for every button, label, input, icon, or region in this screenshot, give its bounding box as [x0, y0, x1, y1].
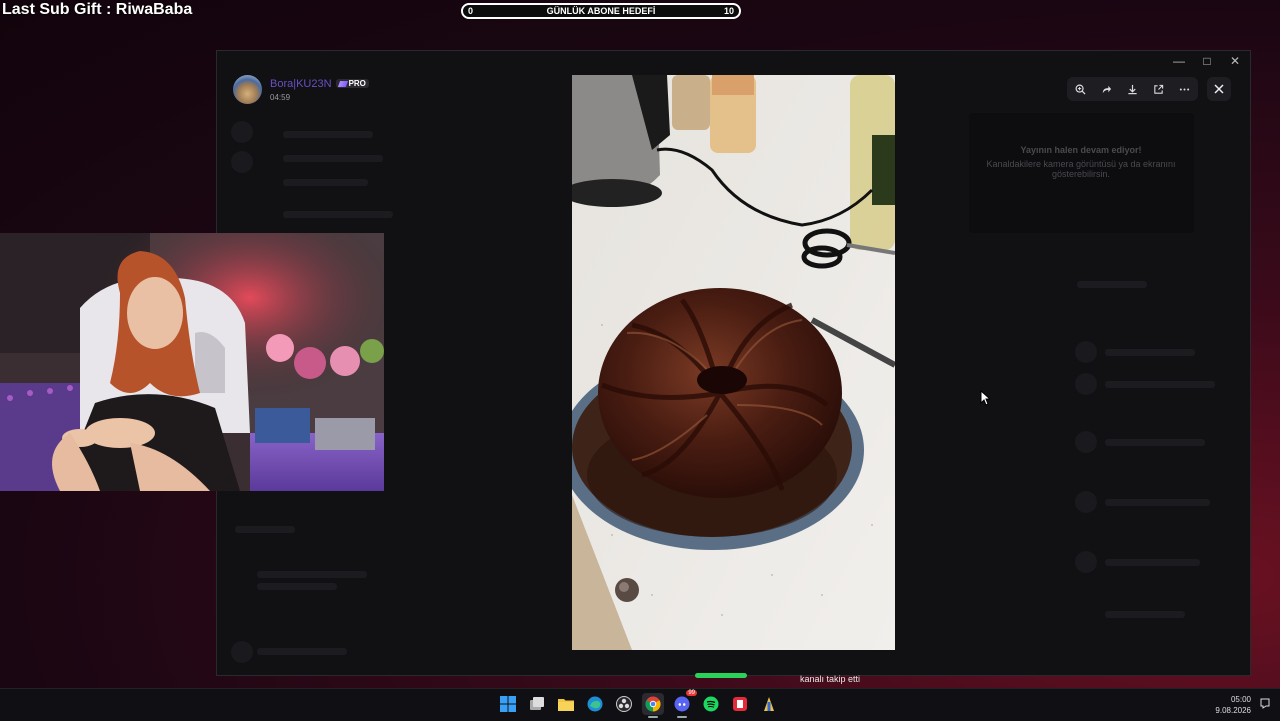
shared-image[interactable] — [572, 75, 895, 650]
ghost-line — [1105, 349, 1195, 356]
ghost-line — [257, 583, 337, 590]
upload-time: 04:59 — [270, 92, 291, 102]
nitro-gem-icon — [337, 80, 348, 87]
discord-badge: 99 — [686, 690, 697, 696]
clock-date: 9.08.2026 — [1215, 706, 1251, 715]
external-link-icon — [1154, 84, 1164, 94]
folder-icon — [558, 699, 574, 711]
ghost-avatar — [1075, 491, 1097, 513]
uploader-avatar[interactable] — [233, 75, 262, 104]
chrome-icon — [645, 696, 661, 712]
ghost-line — [257, 571, 367, 578]
close-viewer-button[interactable] — [1207, 77, 1231, 101]
download-button[interactable] — [1123, 80, 1141, 98]
spotify-icon — [703, 696, 719, 712]
webcam-feed — [0, 233, 384, 491]
live-indicator — [695, 673, 747, 678]
app-yellow-button[interactable] — [758, 693, 780, 715]
minimize-button[interactable]: — — [1168, 52, 1190, 70]
stream-note-title: Yayının halen devam ediyor! — [1020, 145, 1142, 155]
zoom-in-icon — [1075, 84, 1086, 95]
ghost-avatar — [1075, 551, 1097, 573]
spotify-button[interactable] — [700, 693, 722, 715]
close-icon — [1214, 84, 1224, 94]
app-red-icon — [733, 697, 747, 711]
task-view-icon — [530, 697, 544, 710]
ghost-line — [283, 211, 393, 218]
ghost-avatar — [1075, 373, 1097, 395]
cake-photo — [572, 75, 895, 650]
stream-note-body: Kanaldakilere kamera görüntüsü ya da ekr… — [986, 159, 1176, 179]
start-button[interactable] — [497, 693, 519, 715]
ghost-line — [1105, 559, 1200, 566]
ghost-line — [257, 648, 347, 655]
ghost-line — [1105, 381, 1215, 388]
open-external-button[interactable] — [1150, 80, 1168, 98]
chrome-button[interactable] — [642, 693, 664, 718]
window-titlebar: — □ ✕ — [217, 51, 1250, 71]
uploader-name[interactable]: Bora|KU23N — [270, 78, 332, 90]
download-icon — [1128, 84, 1137, 94]
mouse-cursor-icon — [980, 390, 990, 406]
app-yellow-icon — [764, 697, 774, 711]
ghost-line — [283, 155, 383, 162]
ghost-avatar — [231, 121, 253, 143]
maximize-button[interactable]: □ — [1196, 52, 1218, 70]
ghost-avatar — [231, 151, 253, 173]
system-clock[interactable]: 05:00 9.08.2026 — [1215, 694, 1251, 716]
ghost-line — [1105, 611, 1185, 618]
taskbar-apps: 99 — [497, 690, 780, 718]
ghost-line — [283, 179, 368, 186]
ghost-line — [1105, 499, 1210, 506]
discord-button[interactable]: 99 — [671, 690, 697, 718]
edge-icon — [587, 696, 603, 712]
obs-button[interactable] — [613, 693, 635, 715]
forward-icon — [1102, 85, 1111, 93]
app-red-button[interactable] — [729, 693, 751, 715]
ghost-line — [235, 526, 295, 533]
follow-notification: kanalı takip etti — [799, 674, 861, 684]
clock-time: 05:00 — [1230, 695, 1251, 704]
ghost-avatar — [231, 641, 253, 663]
streamer-webcam — [0, 233, 384, 491]
window-close-button[interactable]: ✕ — [1224, 52, 1246, 70]
pro-badge-label: PRO — [348, 79, 366, 88]
ghost-line — [1077, 281, 1147, 288]
image-toolbar — [1067, 77, 1198, 101]
more-options-button[interactable] — [1176, 80, 1194, 98]
notification-icon[interactable] — [1260, 698, 1270, 709]
goal-label: GÜNLÜK ABONE HEDEFİ — [546, 6, 656, 16]
pro-badge: PRO — [335, 79, 369, 88]
windows-taskbar: 99 05:00 9.08.2026 — [0, 688, 1280, 721]
ghost-line — [283, 131, 373, 138]
file-explorer-button[interactable] — [555, 693, 577, 715]
zoom-in-button[interactable] — [1071, 80, 1089, 98]
ghost-avatar — [1075, 341, 1097, 363]
ghost-avatar — [1075, 431, 1097, 453]
last-sub-gift-label: Last Sub Gift : RiwaBaba — [2, 1, 193, 18]
obs-icon — [616, 696, 632, 712]
image-uploader: Bora|KU23N PRO 04:59 — [233, 75, 369, 104]
windows-logo-icon — [500, 696, 516, 712]
subscriber-goal-bar: 0 GÜNLÜK ABONE HEDEFİ 10 — [461, 3, 741, 19]
discord-icon — [674, 696, 690, 712]
more-icon — [1180, 87, 1190, 91]
ghost-line — [1105, 439, 1205, 446]
edge-button[interactable] — [584, 693, 606, 715]
forward-button[interactable] — [1097, 80, 1115, 98]
task-view-button[interactable] — [526, 693, 548, 715]
goal-target: 10 — [723, 6, 734, 16]
stream-status-note: Yayının halen devam ediyor! Kanaldakiler… — [970, 145, 1192, 179]
